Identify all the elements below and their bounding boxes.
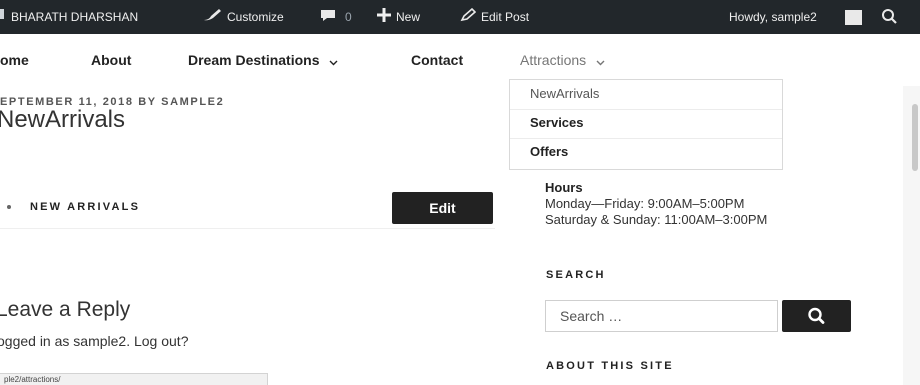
- attractions-submenu: NewArrivals Services Offers: [509, 79, 783, 170]
- admin-search-button[interactable]: [879, 8, 901, 26]
- avatar[interactable]: [845, 10, 862, 25]
- site-name: BHARATH DHARSHAN: [11, 10, 139, 24]
- admin-bar: BHARATH DHARSHAN Customize 0 New Edit Po…: [0, 0, 920, 34]
- nav-item-dream-destinations[interactable]: Dream Destinations: [188, 52, 338, 69]
- new-content-link[interactable]: New: [377, 0, 420, 34]
- search-input[interactable]: [545, 300, 778, 332]
- new-label: New: [396, 10, 421, 24]
- logged-in-text: ogged in as sample2. Log out?: [0, 333, 189, 349]
- nav-item-about[interactable]: About: [91, 52, 131, 68]
- nav-item-label: Dream Destinations: [188, 52, 320, 68]
- site-name-link[interactable]: BHARATH DHARSHAN: [0, 0, 138, 34]
- nav-item-attractions[interactable]: Attractions: [520, 52, 605, 69]
- submenu-divider: [510, 109, 782, 110]
- hours-weekdays: Monday—Friday: 9:00AM–5:00PM: [545, 196, 745, 211]
- post-title: NewArrivals: [0, 106, 126, 133]
- plus-icon: [377, 1, 391, 35]
- submenu-item-offers[interactable]: Offers: [530, 144, 568, 159]
- customize-label: Customize: [227, 10, 284, 24]
- comment-icon: [320, 1, 336, 35]
- reply-title: Leave a Reply: [0, 298, 131, 321]
- account-menu[interactable]: Howdy, sample2: [729, 0, 817, 34]
- wordpress-logo-icon: [0, 1, 6, 35]
- divider: [0, 228, 495, 229]
- nav-item-contact[interactable]: Contact: [411, 52, 463, 68]
- edit-post-link[interactable]: Edit Post: [460, 0, 529, 34]
- chevron-down-icon: [596, 53, 605, 69]
- howdy-text: Howdy, sample2: [729, 10, 817, 24]
- hours-heading: Hours: [545, 180, 583, 195]
- comments-count: 0: [345, 10, 352, 24]
- scrollbar-thumb[interactable]: [912, 104, 918, 171]
- chevron-down-icon: [329, 53, 338, 69]
- submenu-item-services[interactable]: Services: [530, 115, 584, 130]
- search-icon: [879, 9, 901, 30]
- submenu-divider: [510, 138, 782, 139]
- search-icon: [782, 307, 851, 336]
- nav-item-label: Attractions: [520, 52, 587, 68]
- comments-link[interactable]: 0: [320, 0, 352, 34]
- about-heading: ABOUT THIS SITE: [546, 360, 674, 372]
- search-submit-button[interactable]: [782, 300, 851, 332]
- bullet: [7, 205, 11, 209]
- nav-item-home[interactable]: ome: [0, 52, 29, 68]
- edit-post-label: Edit Post: [481, 10, 530, 24]
- submenu-item-newarrivals[interactable]: NewArrivals: [530, 86, 599, 101]
- customize-link[interactable]: Customize: [202, 0, 284, 34]
- search-heading: SEARCH: [546, 269, 606, 281]
- pencil-icon: [460, 1, 477, 35]
- post-link-new-arrivals[interactable]: NEW ARRIVALS: [30, 201, 140, 213]
- status-bar-url: ple2/attractions/: [0, 373, 268, 385]
- edit-button[interactable]: Edit: [392, 192, 493, 224]
- paintbrush-icon: [202, 1, 222, 35]
- hours-weekend: Saturday & Sunday: 11:00AM–3:00PM: [545, 212, 768, 227]
